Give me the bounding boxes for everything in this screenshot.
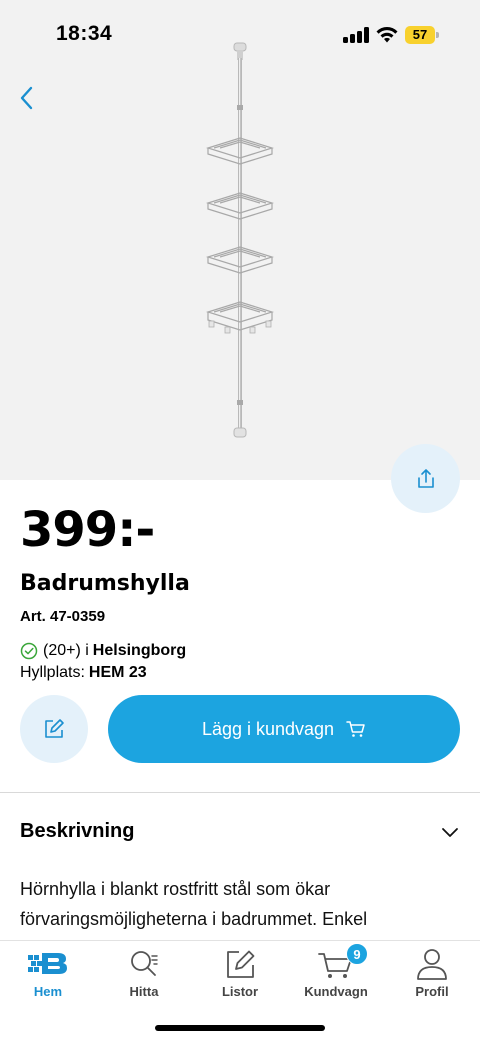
cart-icon xyxy=(346,721,365,737)
product-image xyxy=(205,42,275,438)
nav-item-hem[interactable]: Hem xyxy=(0,941,96,1011)
nav-label: Hitta xyxy=(129,984,159,999)
shelf-code: HEM 23 xyxy=(88,664,147,681)
edit-list-icon xyxy=(227,950,255,978)
description-heading[interactable]: Beskrivning xyxy=(20,820,134,843)
description-text: Hörnhylla i blankt rostfritt stål som ök… xyxy=(20,879,368,929)
nav-label: Hem xyxy=(33,984,63,999)
back-chevron-icon[interactable] xyxy=(14,84,42,112)
cart-badge: 9 xyxy=(346,943,368,965)
product-price: 399:- xyxy=(20,502,155,558)
chevron-down-icon[interactable] xyxy=(440,824,460,840)
nav-item-listor[interactable]: Listor xyxy=(192,941,288,1011)
status-time: 18:34 xyxy=(56,22,113,45)
nav-label: Profil xyxy=(415,984,449,999)
nav-item-kundvagn[interactable]: 9 Kundvagn xyxy=(288,941,384,1011)
status-bar: 18:34 57 xyxy=(0,0,480,70)
nav-label: Kundvagn xyxy=(304,984,368,999)
stock-store[interactable]: Helsingborg xyxy=(93,642,186,660)
profile-icon xyxy=(417,949,447,980)
share-icon xyxy=(417,468,434,488)
edit-icon xyxy=(45,719,64,738)
add-to-cart-button[interactable]: Lägg i kundvagn xyxy=(108,695,460,763)
add-to-cart-label: Lägg i kundvagn xyxy=(201,718,335,739)
shelf-label: Hyllplats: xyxy=(20,664,85,681)
product-image-area xyxy=(0,0,480,480)
stock-count: (20+) i xyxy=(43,642,89,659)
battery-icon: 57 xyxy=(405,26,439,44)
article-number: Art. 47-0359 xyxy=(20,608,106,625)
nav-item-profil[interactable]: Profil xyxy=(384,941,480,1011)
home-logo-icon xyxy=(28,953,67,974)
stock-status: (20+) i Helsingborg xyxy=(20,642,186,660)
section-divider xyxy=(0,792,480,793)
share-button[interactable] xyxy=(391,444,460,513)
add-to-list-button[interactable] xyxy=(20,695,88,763)
shelf-location: Hyllplats: HEM 23 xyxy=(20,664,147,682)
check-circle-icon xyxy=(20,642,38,660)
nav-label: Listor xyxy=(221,984,259,999)
home-indicator xyxy=(155,1025,325,1031)
product-title: Badrumshylla xyxy=(20,571,190,596)
cellular-signal-icon xyxy=(343,27,369,43)
search-list-icon xyxy=(131,951,158,976)
wifi-icon xyxy=(376,27,398,43)
nav-item-hitta[interactable]: Hitta xyxy=(96,941,192,1011)
battery-level: 57 xyxy=(412,27,428,42)
